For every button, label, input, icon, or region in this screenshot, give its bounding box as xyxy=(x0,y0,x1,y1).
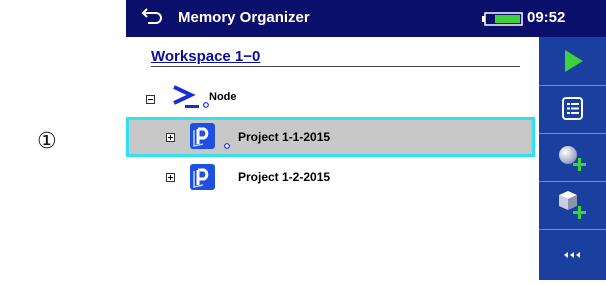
tree-item-label[interactable]: Project 1-2-2015 xyxy=(238,170,330,184)
collapse-toggle[interactable] xyxy=(146,95,155,104)
title-bar: Memory Organizer 09:52 xyxy=(126,0,606,37)
project-icon xyxy=(190,123,230,149)
list-icon xyxy=(562,97,583,120)
add-object-icon xyxy=(559,191,586,219)
tree-row-selected[interactable] xyxy=(126,117,535,157)
tree-node-label[interactable]: Node xyxy=(209,91,237,103)
action-sidebar xyxy=(539,37,606,280)
device-screen: Memory Organizer 09:52 Workspace 1−0 Nod… xyxy=(126,0,606,280)
node-prompt-icon xyxy=(173,85,209,108)
play-icon xyxy=(565,50,583,72)
tree-item-label[interactable]: Project 1-1-2015 xyxy=(238,130,330,144)
collapse-sidebar-button[interactable] xyxy=(539,230,606,280)
clock: 09:52 xyxy=(527,9,566,26)
expand-toggle[interactable] xyxy=(166,133,175,142)
battery-icon xyxy=(482,12,523,26)
workspace-title[interactable]: Workspace 1−0 xyxy=(151,48,260,65)
step-callout-marker: ① xyxy=(37,129,57,154)
details-button[interactable] xyxy=(539,86,606,133)
add-object-button[interactable] xyxy=(539,182,606,229)
add-measurement-icon xyxy=(559,146,586,171)
project-icon xyxy=(190,164,215,190)
collapse-left-icon xyxy=(564,252,580,258)
add-measurement-button[interactable] xyxy=(539,134,606,181)
page-title: Memory Organizer xyxy=(178,9,310,26)
run-button[interactable] xyxy=(539,37,606,85)
back-arrow-icon[interactable] xyxy=(141,7,163,27)
expand-toggle[interactable] xyxy=(166,173,175,182)
workspace-divider xyxy=(151,66,520,67)
